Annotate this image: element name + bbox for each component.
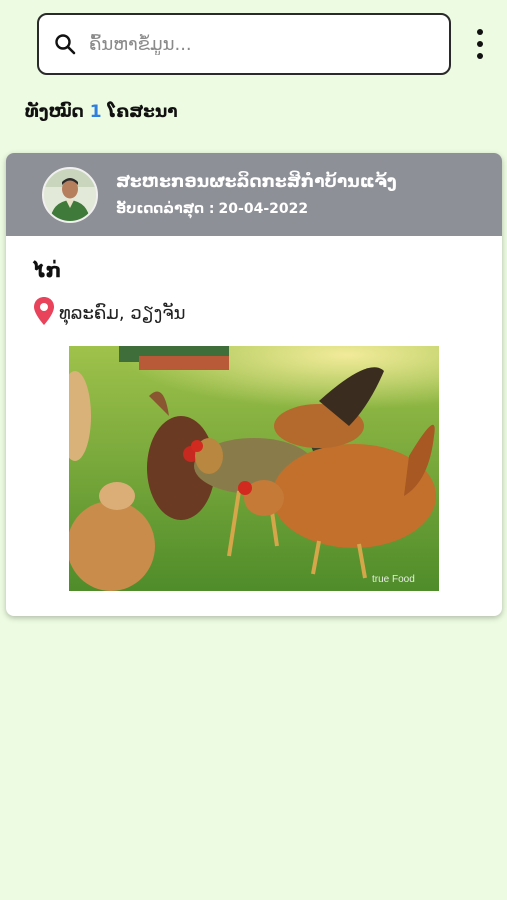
kebab-dot (477, 53, 483, 59)
summary-prefix: ທັງໝົດ (25, 102, 84, 122)
map-pin-icon (33, 296, 55, 331)
summary-suffix: ໂຄສະນາ (107, 102, 178, 122)
location-text: ທຸລະຄົມ, ວຽງຈັນ (59, 303, 186, 324)
search-input[interactable] (89, 24, 419, 64)
photo-watermark: true Food (372, 574, 415, 585)
seller-name[interactable]: ສະຫະກອນຜະລິດກະສິກຳບ້ານແຈ້ງ (116, 170, 397, 194)
updated-date: 20-04-2022 (218, 200, 309, 217)
listing-header: ສະຫະກອນຜະລິດກະສິກຳບ້ານແຈ້ງ ອັບເດດລ່າສຸດ … (6, 153, 502, 236)
more-vertical-icon[interactable] (466, 26, 494, 62)
product-title[interactable]: ໄກ່ (33, 258, 61, 282)
seller-avatar[interactable] (42, 166, 98, 223)
kebab-dot (477, 41, 483, 47)
search-icon[interactable] (53, 32, 77, 56)
seller-info: ສະຫະກອນຜະລິດກະສິກຳບ້ານແຈ້ງ ອັບເດດລ່າສຸດ … (116, 170, 397, 220)
listing-location: ທຸລະຄົມ, ວຽງຈັນ (33, 296, 185, 331)
results-summary: ທັງໝົດ 1 ໂຄສະນາ (25, 102, 178, 122)
search-bar[interactable] (37, 13, 451, 75)
kebab-dot (477, 29, 483, 35)
listing-photo[interactable]: true Food (69, 346, 439, 591)
result-count: 1 (89, 102, 102, 122)
listing-card[interactable]: ສະຫະກອນຜະລິດກະສິກຳບ້ານແຈ້ງ ອັບເດດລ່າສຸດ … (6, 153, 502, 616)
last-updated: ອັບເດດລ່າສຸດ : 20-04-2022 (116, 198, 397, 220)
updated-label: ອັບເດດລ່າສຸດ : (116, 200, 215, 217)
